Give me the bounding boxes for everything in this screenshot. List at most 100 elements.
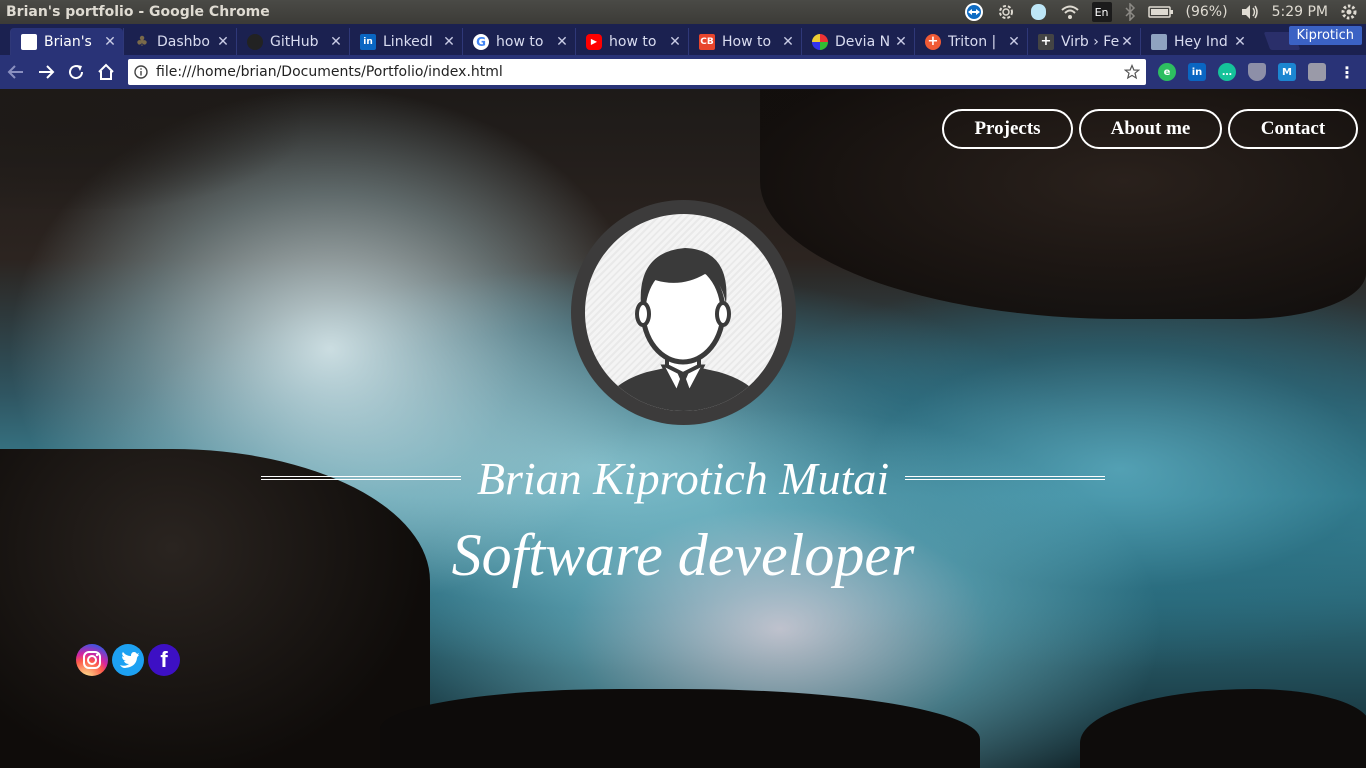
close-icon[interactable]: ✕ bbox=[1120, 34, 1134, 50]
system-top-panel: Brian's portfolio - Google Chrome En (96… bbox=[0, 0, 1366, 24]
close-icon[interactable]: ✕ bbox=[216, 34, 230, 50]
settings-gear-icon[interactable] bbox=[996, 2, 1016, 22]
skype-icon[interactable] bbox=[1028, 2, 1048, 22]
battery-icon[interactable] bbox=[1147, 2, 1174, 22]
home-button[interactable] bbox=[92, 58, 120, 86]
divider-line bbox=[905, 476, 1106, 480]
instagram-icon[interactable] bbox=[76, 644, 108, 676]
github-icon bbox=[247, 33, 263, 50]
keyboard-layout-indicator[interactable]: En bbox=[1091, 2, 1112, 22]
tab-label: How to bbox=[722, 33, 772, 50]
arrow-right-icon bbox=[39, 65, 55, 79]
tab-label: Dashbo bbox=[157, 33, 210, 50]
youtube-icon: ▶ bbox=[586, 33, 602, 50]
tab-github[interactable]: GitHub ✕ bbox=[236, 28, 349, 55]
tab-triton[interactable]: + Triton | ✕ bbox=[914, 28, 1027, 55]
social-links: f bbox=[76, 644, 180, 676]
arrow-left-icon bbox=[7, 65, 23, 79]
home-icon bbox=[98, 63, 114, 80]
tab-dashboard[interactable]: ♣ Dashbo ✕ bbox=[123, 28, 236, 55]
nav-projects-button[interactable]: Projects bbox=[942, 109, 1073, 149]
tab-label: how to bbox=[496, 33, 544, 50]
wifi-icon[interactable] bbox=[1060, 2, 1080, 22]
triton-icon: + bbox=[925, 33, 941, 50]
tab-linkedin[interactable]: in LinkedI ✕ bbox=[349, 28, 462, 55]
nav-about-button[interactable]: About me bbox=[1079, 109, 1222, 149]
tab-label: Hey Ind bbox=[1174, 33, 1228, 50]
tab-label: Virb › Fe bbox=[1061, 33, 1120, 50]
window-title: Brian's portfolio - Google Chrome bbox=[6, 4, 270, 20]
tab-deviantart[interactable]: Devia N ✕ bbox=[801, 28, 914, 55]
address-bar[interactable]: file:///home/brian/Documents/Portfolio/i… bbox=[128, 59, 1146, 85]
info-icon bbox=[134, 65, 148, 79]
indie-icon bbox=[1151, 33, 1167, 50]
tab-strip: Brian's ✕ ♣ Dashbo ✕ GitHub ✕ in LinkedI… bbox=[0, 24, 1366, 55]
extensions-area: e in … M ⋮ bbox=[1158, 63, 1356, 82]
linkedin-icon[interactable]: in bbox=[1188, 63, 1206, 81]
background-rock bbox=[380, 689, 980, 768]
tab-brians-portfolio[interactable]: Brian's ✕ bbox=[10, 28, 123, 55]
close-icon[interactable]: ✕ bbox=[329, 34, 343, 50]
tab-google-search[interactable]: G how to ✕ bbox=[462, 28, 575, 55]
name-heading: Brian Kiprotich Mutai bbox=[253, 452, 1113, 504]
forward-button[interactable] bbox=[32, 58, 60, 86]
close-icon[interactable]: ✕ bbox=[555, 34, 569, 50]
twitter-icon[interactable] bbox=[112, 644, 144, 676]
chrome-menu-icon[interactable]: ⋮ bbox=[1338, 63, 1356, 82]
deviantart-icon bbox=[812, 33, 828, 50]
nav-contact-button[interactable]: Contact bbox=[1228, 109, 1358, 149]
teamviewer-icon[interactable] bbox=[964, 2, 984, 22]
reload-icon bbox=[69, 65, 84, 80]
close-icon[interactable]: ✕ bbox=[781, 34, 795, 50]
close-icon[interactable]: ✕ bbox=[668, 34, 682, 50]
profile-button[interactable]: Kiprotich bbox=[1288, 26, 1362, 45]
tab-label: GitHub bbox=[270, 33, 319, 50]
shield-icon[interactable] bbox=[1248, 63, 1266, 81]
background-rock bbox=[1080, 689, 1366, 768]
chat-bubble-icon[interactable]: … bbox=[1218, 63, 1236, 81]
lightbulb-icon[interactable] bbox=[1308, 63, 1326, 81]
profile-avatar bbox=[571, 200, 796, 425]
tab-label: Devia N bbox=[835, 33, 891, 50]
reload-button[interactable] bbox=[62, 58, 90, 86]
bluetooth-icon[interactable] bbox=[1124, 2, 1136, 22]
tab-virb[interactable]: + Virb › Fe ✕ bbox=[1027, 28, 1140, 55]
tab-label: how to bbox=[609, 33, 657, 50]
volume-icon[interactable] bbox=[1240, 2, 1260, 22]
url-text[interactable]: file:///home/brian/Documents/Portfolio/i… bbox=[156, 64, 1124, 80]
tab-label: LinkedI bbox=[383, 33, 433, 50]
background-rock bbox=[0, 89, 300, 209]
clock[interactable]: 5:29 PM bbox=[1272, 4, 1328, 20]
avatar-person-icon bbox=[585, 214, 782, 411]
blank-page-icon bbox=[21, 33, 37, 50]
tab-label: Brian's bbox=[44, 33, 92, 50]
job-title: Software developer bbox=[451, 522, 915, 588]
tab-how-to[interactable]: CB How to ✕ bbox=[688, 28, 801, 55]
codebeautify-icon: CB bbox=[699, 33, 715, 50]
close-icon[interactable]: ✕ bbox=[442, 34, 456, 50]
power-gear-icon[interactable] bbox=[1340, 2, 1358, 22]
portfolio-page: Projects About me Contact Brian Kiprotic… bbox=[0, 89, 1366, 768]
page-nav: Projects About me Contact bbox=[942, 109, 1358, 149]
browser-toolbar: file:///home/brian/Documents/Portfolio/i… bbox=[0, 55, 1366, 89]
close-icon[interactable]: ✕ bbox=[103, 34, 117, 50]
malwarebytes-icon[interactable]: M bbox=[1278, 63, 1296, 81]
tab-youtube[interactable]: ▶ how to ✕ bbox=[575, 28, 688, 55]
virb-icon: + bbox=[1038, 33, 1054, 50]
star-icon bbox=[1124, 64, 1140, 80]
divider-line bbox=[260, 476, 461, 480]
tree-icon: ♣ bbox=[135, 33, 149, 50]
close-icon[interactable]: ✕ bbox=[1233, 34, 1247, 50]
close-icon[interactable]: ✕ bbox=[894, 34, 908, 50]
battery-percentage: (96%) bbox=[1185, 4, 1228, 20]
evernote-icon[interactable]: e bbox=[1158, 63, 1176, 81]
person-name: Brian Kiprotich Mutai bbox=[476, 452, 890, 504]
google-icon: G bbox=[473, 33, 489, 50]
linkedin-icon: in bbox=[360, 33, 376, 50]
close-icon[interactable]: ✕ bbox=[1007, 34, 1021, 50]
back-button[interactable] bbox=[2, 58, 30, 86]
tab-label: Triton | bbox=[948, 33, 997, 50]
facebook-icon[interactable]: f bbox=[148, 644, 180, 676]
tab-hey-indie[interactable]: Hey Ind ✕ bbox=[1140, 28, 1253, 55]
system-tray: En (96%) 5:29 PM bbox=[964, 0, 1366, 24]
